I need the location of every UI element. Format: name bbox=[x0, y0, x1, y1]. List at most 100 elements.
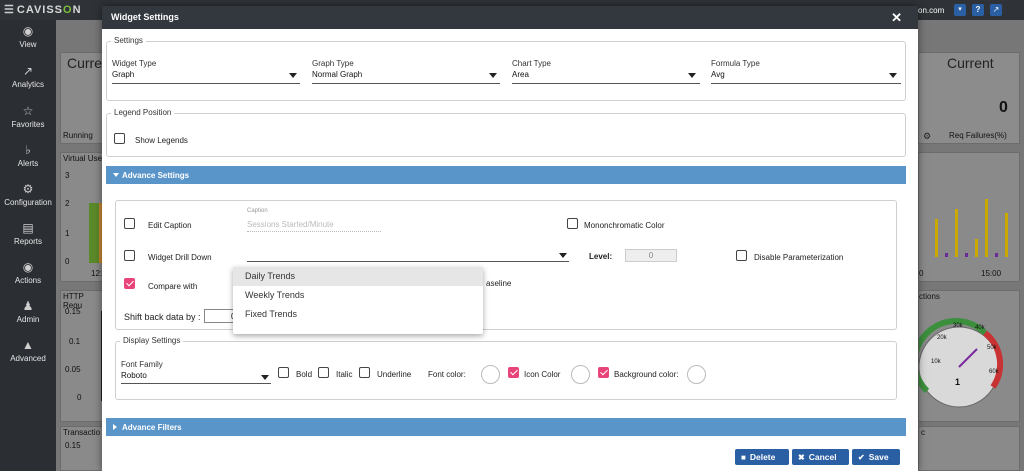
chart-bar bbox=[985, 199, 988, 257]
chart-bar bbox=[945, 253, 948, 257]
delete-label: Delete bbox=[749, 452, 776, 462]
sidebar-item-favorites[interactable]: ☆ Favorites bbox=[0, 100, 56, 138]
chevron-right-icon bbox=[113, 424, 117, 430]
trash-icon: ■ bbox=[741, 453, 746, 462]
chart-bar bbox=[995, 253, 998, 257]
advance-settings-label: Advance Settings bbox=[122, 171, 190, 180]
widget-type-select[interactable]: Graph bbox=[112, 70, 134, 79]
delete-button[interactable]: ■ Delete bbox=[735, 449, 789, 465]
background-color-checkbox[interactable] bbox=[598, 367, 609, 378]
panel-gauge: ctions 10k 20k 30k 40k 50k 60k 1 bbox=[918, 290, 1020, 422]
formula-type-select[interactable]: Avg bbox=[711, 70, 725, 79]
edit-caption-label: Edit Caption bbox=[148, 221, 192, 230]
menu-item-fixed-trends[interactable]: Fixed Trends bbox=[233, 305, 483, 324]
eye-icon: ◉ bbox=[22, 24, 34, 38]
chart-bar bbox=[975, 239, 978, 257]
chevron-up-icon: ▲ bbox=[22, 338, 34, 352]
cancel-label: Cancel bbox=[808, 452, 837, 462]
sidebar-item-admin[interactable]: ♟ Admin bbox=[0, 295, 56, 333]
chevron-down-icon[interactable] bbox=[559, 253, 567, 258]
sidebar-item-reports[interactable]: ▤ Reports bbox=[0, 217, 56, 255]
level-label: Level: bbox=[589, 252, 613, 261]
sidebar-item-configuration[interactable]: ⚙ Configuration bbox=[0, 178, 56, 216]
panel-http-requests: HTTP Requ 0.15 0.1 0.05 0 bbox=[60, 290, 105, 422]
widget-settings-dialog: Widget Settings ✕ Settings Widget Type G… bbox=[102, 6, 918, 471]
font-family-label: Font Family bbox=[121, 360, 163, 369]
logo: ☰ CAVISSON bbox=[4, 4, 82, 16]
chevron-down-icon[interactable] bbox=[289, 73, 297, 78]
close-icon[interactable]: ✕ bbox=[891, 10, 902, 26]
edit-caption-checkbox[interactable] bbox=[124, 218, 135, 229]
graph-type-select[interactable]: Normal Graph bbox=[312, 70, 362, 79]
baseline-label: aseline bbox=[486, 279, 512, 288]
panel-virtual-users: Virtual Use 3 2 1 0 12: bbox=[60, 152, 105, 282]
bold-checkbox[interactable] bbox=[278, 367, 289, 378]
settings-icon[interactable]: ⚙ bbox=[923, 131, 931, 142]
dialog-title: Widget Settings bbox=[111, 12, 179, 22]
user-dropdown-icon[interactable]: ▾ bbox=[954, 4, 966, 16]
caption-input[interactable]: Sessions Started/Minute bbox=[247, 220, 334, 229]
sidebar-item-alerts[interactable]: ♭ Alerts bbox=[0, 139, 56, 177]
chart-bar bbox=[955, 209, 958, 257]
chart-bar bbox=[935, 219, 938, 257]
settings-fieldset: Settings Widget Type Graph Graph Type No… bbox=[106, 36, 906, 101]
background-color-swatch[interactable] bbox=[687, 365, 706, 384]
menu-item-weekly-trends[interactable]: Weekly Trends bbox=[233, 286, 483, 305]
sidebar: ◉ View ↗ Analytics ☆ Favorites ♭ Alerts ⚙ Con… bbox=[0, 20, 56, 471]
sidebar-item-actions[interactable]: ◉ Actions bbox=[0, 256, 56, 294]
font-family-underline bbox=[121, 383, 271, 384]
chevron-down-icon[interactable] bbox=[688, 73, 696, 78]
chevron-down-icon[interactable] bbox=[261, 375, 269, 380]
gears-icon: ⚙ bbox=[22, 182, 34, 196]
close-icon: ✖ bbox=[798, 453, 805, 462]
widget-type-label: Widget Type bbox=[112, 59, 157, 68]
sidebar-item-view[interactable]: ◉ View bbox=[0, 20, 56, 58]
document-icon: ▤ bbox=[22, 221, 34, 235]
panel-right-chart: 0 15:00 bbox=[918, 152, 1020, 282]
save-label: Save bbox=[868, 452, 889, 462]
expand-icon[interactable]: ↗ bbox=[990, 4, 1002, 16]
compare-with-label: Compare with bbox=[148, 282, 198, 291]
user-name[interactable]: on.com bbox=[918, 6, 944, 15]
cancel-button[interactable]: ✖ Cancel bbox=[792, 449, 849, 465]
icon-color-label: Icon Color bbox=[524, 370, 561, 379]
font-family-select[interactable]: Roboto bbox=[121, 371, 147, 380]
show-legends-checkbox[interactable] bbox=[114, 133, 125, 144]
icon-color-swatch[interactable] bbox=[571, 365, 590, 384]
italic-checkbox[interactable] bbox=[318, 367, 329, 378]
disable-parameterization-checkbox[interactable] bbox=[736, 250, 747, 261]
level-input[interactable]: 0 bbox=[625, 249, 677, 262]
bold-label: Bold bbox=[296, 370, 313, 379]
monochromatic-checkbox[interactable] bbox=[567, 218, 578, 229]
underline-checkbox[interactable] bbox=[359, 367, 370, 378]
advance-settings-header[interactable]: Advance Settings bbox=[106, 166, 906, 184]
caption-label: Caption bbox=[247, 208, 268, 214]
panel-current-left: Current Running bbox=[60, 52, 114, 144]
compare-trends-menu: Daily Trends Weekly Trends Fixed Trends bbox=[233, 267, 483, 334]
chevron-down-icon[interactable] bbox=[889, 73, 897, 78]
chevron-down-icon[interactable] bbox=[489, 73, 497, 78]
panel-current-right: Current 0 Req Failures(%) ⚙ bbox=[918, 52, 1020, 144]
check-icon: ✔ bbox=[858, 453, 865, 462]
bell-icon: ♭ bbox=[25, 143, 31, 157]
italic-label: Italic bbox=[336, 370, 353, 379]
widget-drill-down-label: Widget Drill Down bbox=[148, 253, 212, 262]
widget-drill-down-checkbox[interactable] bbox=[124, 250, 135, 261]
sidebar-item-advanced[interactable]: ▲ Advanced bbox=[0, 334, 56, 372]
advance-filters-header[interactable]: Advance Filters bbox=[106, 418, 906, 436]
compare-with-checkbox[interactable] bbox=[124, 278, 135, 289]
field-underline bbox=[711, 83, 901, 84]
legend-position-fieldset: Legend Position Show Legends bbox=[106, 108, 906, 157]
menu-icon[interactable]: ☰ bbox=[4, 4, 15, 16]
save-button[interactable]: ✔ Save bbox=[852, 449, 900, 465]
chart-type-select[interactable]: Area bbox=[512, 70, 529, 79]
dialog-body: Settings Widget Type Graph Graph Type No… bbox=[102, 29, 918, 471]
action-icon: ◉ bbox=[22, 260, 34, 274]
dialog-header: Widget Settings ✕ bbox=[102, 6, 918, 29]
icon-color-checkbox[interactable] bbox=[508, 367, 519, 378]
menu-item-daily-trends[interactable]: Daily Trends bbox=[233, 267, 483, 286]
sidebar-item-analytics[interactable]: ↗ Analytics bbox=[0, 60, 56, 98]
font-color-swatch[interactable] bbox=[481, 365, 500, 384]
help-icon[interactable]: ? bbox=[972, 4, 984, 16]
advance-filters-label: Advance Filters bbox=[122, 423, 182, 432]
